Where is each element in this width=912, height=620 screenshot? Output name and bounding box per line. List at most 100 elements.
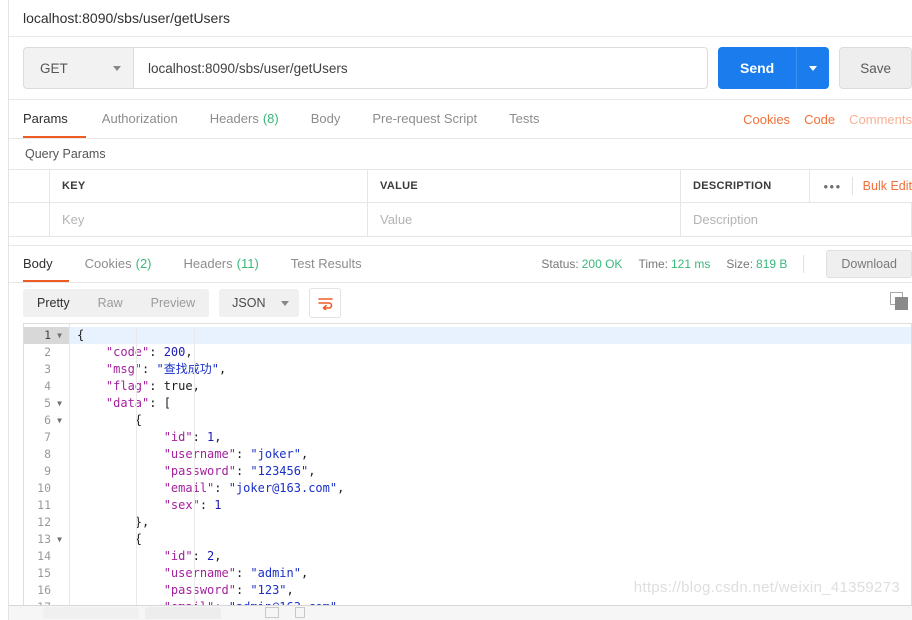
code-token: : [235, 447, 251, 461]
code-token: , [300, 447, 309, 461]
response-tab-test-results[interactable]: Test Results [275, 246, 378, 282]
tab-tests[interactable]: Tests [493, 100, 555, 138]
column-header-description: DESCRIPTION [681, 170, 810, 202]
code-line: "sex": 1 [70, 497, 911, 514]
fold-toggle-icon[interactable]: ▼ [55, 535, 64, 544]
response-format-bar: Pretty Raw Preview JSON [9, 283, 912, 323]
format-raw[interactable]: Raw [84, 289, 137, 317]
query-params-table: KEY VALUE DESCRIPTION ••• Bulk Edit Key … [9, 169, 912, 237]
code-token: , [300, 566, 309, 580]
response-tabs: Body Cookies (2) Headers (11) Test Resul… [9, 246, 912, 283]
status-bar-extra-icon[interactable] [295, 607, 305, 618]
tab-label: Body [310, 110, 341, 126]
more-options-icon[interactable]: ••• [824, 180, 842, 193]
divider [803, 255, 805, 273]
tab-label: Headers [209, 110, 259, 126]
status-bar-pill-secondary[interactable] [145, 607, 221, 619]
code-link[interactable]: Code [804, 112, 835, 127]
status-bar-layout-icon[interactable] [265, 607, 279, 618]
response-meta: Status: 200 OK Time: 121 ms Size: 819 B Dow… [541, 246, 912, 282]
download-button[interactable]: Download [826, 250, 912, 278]
save-button[interactable]: Save [839, 47, 912, 89]
table-row: Key Value Description [9, 202, 912, 237]
code-token: , [308, 464, 316, 478]
response-tab-headers[interactable]: Headers (11) [168, 246, 275, 282]
code-token: , [214, 430, 222, 444]
cookies-link[interactable]: Cookies [743, 112, 790, 127]
code-line: "email": "joker@163.com", [70, 480, 911, 497]
code-token: "id" [77, 430, 193, 444]
tab-body[interactable]: Body [295, 100, 357, 138]
chevron-down-icon [113, 65, 121, 71]
url-input[interactable]: localhost:8090/sbs/user/getUsers [133, 47, 708, 89]
format-segmented-control: Pretty Raw Preview [23, 289, 210, 317]
code-content[interactable]: { "code": 200, "msg": "查找成功", "flag": tr… [70, 324, 911, 620]
code-token: "id" [77, 549, 193, 563]
wrap-lines-button[interactable] [309, 288, 342, 318]
code-token: 200 [163, 345, 186, 359]
http-method-select[interactable]: GET [23, 47, 133, 89]
status-bar-pill[interactable] [43, 607, 139, 619]
line-number: 2 [44, 345, 51, 359]
key-input[interactable]: Key [50, 203, 368, 236]
bottom-status-bar [9, 605, 912, 620]
tab-headers[interactable]: Headers (8) [194, 100, 295, 138]
description-input[interactable]: Description [681, 203, 912, 236]
chevron-down-icon [281, 300, 290, 306]
format-pretty[interactable]: Pretty [23, 289, 84, 317]
request-tabs: Params Authorization Headers (8) Body Pr… [9, 100, 912, 139]
comments-link[interactable]: Comments [849, 112, 912, 127]
response-tab-cookies[interactable]: Cookies (2) [69, 246, 168, 282]
tab-label: Headers [183, 255, 233, 271]
value-input[interactable]: Value [368, 203, 681, 236]
send-options-button[interactable] [796, 47, 830, 89]
code-token: , [286, 583, 294, 597]
format-preview[interactable]: Preview [137, 289, 209, 317]
response-tab-body[interactable]: Body [23, 246, 69, 282]
code-token: "flag" [77, 379, 150, 393]
copy-button[interactable] [890, 292, 912, 314]
code-editor[interactable]: 1▼2345▼6▼78910111213▼14151617181920▼ { "… [23, 323, 912, 620]
line-number: 6 ▼ [24, 412, 69, 429]
time-badge: Time: 121 ms [638, 257, 710, 271]
table-tools: ••• Bulk Edit [810, 170, 912, 202]
bulk-edit-link[interactable]: Bulk Edit [863, 179, 912, 193]
tab-pre-request-script[interactable]: Pre-request Script [356, 100, 493, 138]
code-token: : [149, 379, 164, 393]
fold-toggle-icon[interactable]: ▼ [55, 331, 64, 340]
sidebar-edge-strip [0, 0, 9, 620]
code-token: , [185, 345, 193, 359]
tab-authorization[interactable]: Authorization [86, 100, 194, 138]
tab-label: Body [23, 255, 53, 271]
fold-toggle-icon[interactable]: ▼ [55, 399, 64, 408]
code-token: , [214, 549, 222, 563]
tab-params[interactable]: Params [23, 100, 86, 138]
format-language-select[interactable]: JSON [219, 289, 300, 317]
line-number: 5 ▼ [24, 395, 69, 412]
indent-guide [136, 327, 137, 620]
status-label: Status: [541, 257, 579, 271]
tab-count: (8) [262, 110, 279, 126]
line-number: 8 [44, 447, 51, 461]
row-select-cell [9, 170, 50, 202]
line-number: 15 [37, 566, 51, 580]
code-line: "id": 1, [70, 429, 911, 446]
table-header-row: KEY VALUE DESCRIPTION ••• Bulk Edit [9, 169, 912, 202]
code-token: , [337, 481, 345, 495]
status-value: 200 OK [581, 257, 623, 271]
code-token: : [235, 464, 251, 478]
code-line: "username": "joker", [70, 446, 911, 463]
send-button[interactable]: Send [717, 47, 797, 89]
response-separator [9, 237, 912, 246]
size-label: Size: [726, 257, 754, 271]
code-token: "查找成功" [156, 362, 219, 376]
code-token: "sex" [77, 498, 200, 512]
code-token: : [ [149, 396, 171, 410]
code-token: : [235, 583, 251, 597]
line-number: 9 [44, 464, 51, 478]
row-select-cell[interactable] [9, 203, 50, 236]
code-token: : [149, 345, 164, 359]
tab-label: Test Results [290, 255, 362, 271]
line-number: 10 [37, 481, 51, 495]
fold-toggle-icon[interactable]: ▼ [55, 416, 64, 425]
